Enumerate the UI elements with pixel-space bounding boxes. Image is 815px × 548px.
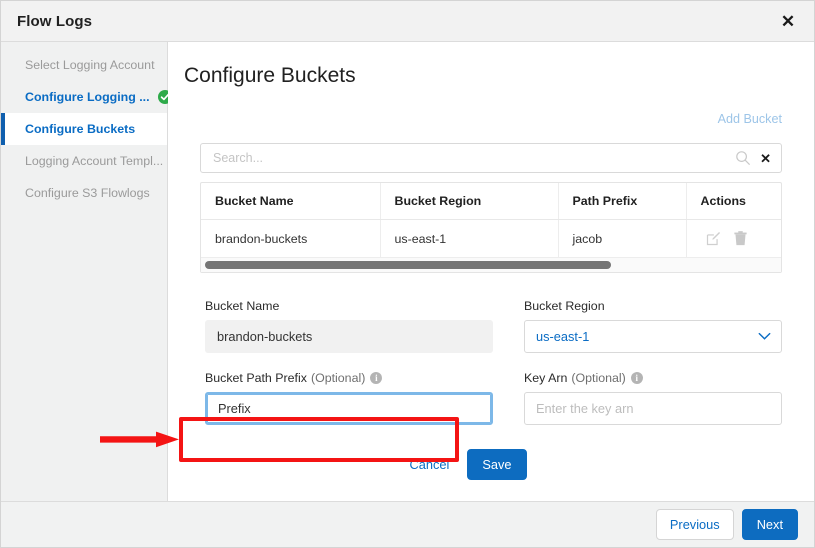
dialog-title: Flow Logs [17, 13, 92, 30]
sidebar-item-logging-account-template[interactable]: Logging Account Templ... [1, 145, 167, 177]
bucket-region-selected-value: us-east-1 [536, 329, 589, 344]
sidebar-item-label: Configure Logging ... [25, 90, 150, 104]
column-header-bucket-region: Bucket Region [380, 183, 558, 220]
sidebar-item-label: Configure Buckets [25, 122, 135, 136]
column-header-path-prefix: Path Prefix [558, 183, 686, 220]
cell-bucket-region: us-east-1 [380, 220, 558, 258]
main-content: Configure Buckets Add Bucket ✕ [168, 42, 814, 501]
sidebar-item-configure-logging[interactable]: Configure Logging ... [1, 81, 167, 113]
field-bucket-region: Bucket Region us-east-1 [524, 299, 782, 353]
page-title: Configure Buckets [184, 64, 798, 88]
cell-actions [686, 220, 781, 258]
delete-icon[interactable] [734, 231, 747, 246]
label-bucket-region: Bucket Region [524, 299, 782, 313]
table-header-row: Bucket Name Bucket Region Path Prefix Ac… [201, 183, 781, 220]
cell-bucket-name: brandon-buckets [201, 220, 380, 258]
cancel-button[interactable]: Cancel [403, 453, 455, 476]
info-icon[interactable]: i [370, 372, 382, 384]
search-icon[interactable] [735, 150, 751, 166]
key-arn-input[interactable] [524, 392, 782, 425]
bucket-edit-form: Bucket Name Bucket Region us-east-1 [200, 299, 782, 443]
table-horizontal-scrollbar[interactable] [201, 258, 781, 272]
save-button[interactable]: Save [467, 449, 526, 480]
sidebar-item-select-logging-account[interactable]: Select Logging Account [1, 49, 167, 81]
info-icon[interactable]: i [631, 372, 643, 384]
cell-path-prefix: jacob [558, 220, 686, 258]
optional-tag: (Optional) [311, 371, 365, 385]
wizard-footer: Previous Next [1, 501, 814, 547]
optional-tag: (Optional) [571, 371, 625, 385]
buckets-table: Bucket Name Bucket Region Path Prefix Ac… [200, 182, 782, 273]
sidebar-item-label: Logging Account Templ... [25, 154, 163, 168]
label-text: Bucket Path Prefix [205, 371, 307, 385]
sidebar-item-configure-s3-flowlogs[interactable]: Configure S3 Flowlogs [1, 177, 167, 209]
dialog-titlebar: Flow Logs ✕ [1, 1, 814, 42]
table-row[interactable]: brandon-buckets us-east-1 jacob [201, 220, 781, 258]
bucket-panel: ✕ Bucket Name Bucket Region Path Prefix [184, 143, 798, 480]
label-bucket-path-prefix: Bucket Path Prefix (Optional) i [205, 371, 493, 385]
field-bucket-path-prefix: Bucket Path Prefix (Optional) i [205, 371, 493, 425]
bucket-region-select[interactable]: us-east-1 [524, 320, 782, 353]
add-bucket-link[interactable]: Add Bucket [718, 112, 782, 126]
dialog-body: Select Logging Account Configure Logging… [1, 42, 814, 501]
label-text: Bucket Region [524, 299, 605, 313]
search-box: ✕ [200, 143, 782, 173]
label-key-arn: Key Arn (Optional) i [524, 371, 782, 385]
next-button[interactable]: Next [742, 509, 798, 540]
form-action-buttons: Cancel Save [200, 449, 782, 480]
bucket-path-prefix-input[interactable] [205, 392, 493, 425]
flow-logs-dialog: Flow Logs ✕ Select Logging Account Confi… [0, 0, 815, 548]
column-header-bucket-name: Bucket Name [201, 183, 380, 220]
edit-icon[interactable] [706, 231, 721, 246]
label-text: Bucket Name [205, 299, 279, 313]
column-header-actions: Actions [686, 183, 781, 220]
search-input[interactable] [213, 151, 735, 165]
scrollbar-thumb[interactable] [205, 261, 611, 269]
field-key-arn: Key Arn (Optional) i [524, 371, 782, 425]
sidebar-item-label: Configure S3 Flowlogs [25, 186, 150, 200]
previous-button[interactable]: Previous [656, 509, 734, 540]
label-bucket-name: Bucket Name [205, 299, 493, 313]
field-bucket-name: Bucket Name [205, 299, 493, 353]
wizard-sidebar: Select Logging Account Configure Logging… [1, 42, 168, 501]
sidebar-item-label: Select Logging Account [25, 58, 155, 72]
bucket-name-input[interactable] [205, 320, 493, 353]
sidebar-item-configure-buckets[interactable]: Configure Buckets [1, 113, 167, 145]
label-text: Key Arn [524, 371, 567, 385]
close-icon[interactable]: ✕ [778, 11, 798, 31]
clear-search-icon[interactable]: ✕ [760, 152, 771, 165]
add-bucket-row: Add Bucket [184, 110, 798, 128]
